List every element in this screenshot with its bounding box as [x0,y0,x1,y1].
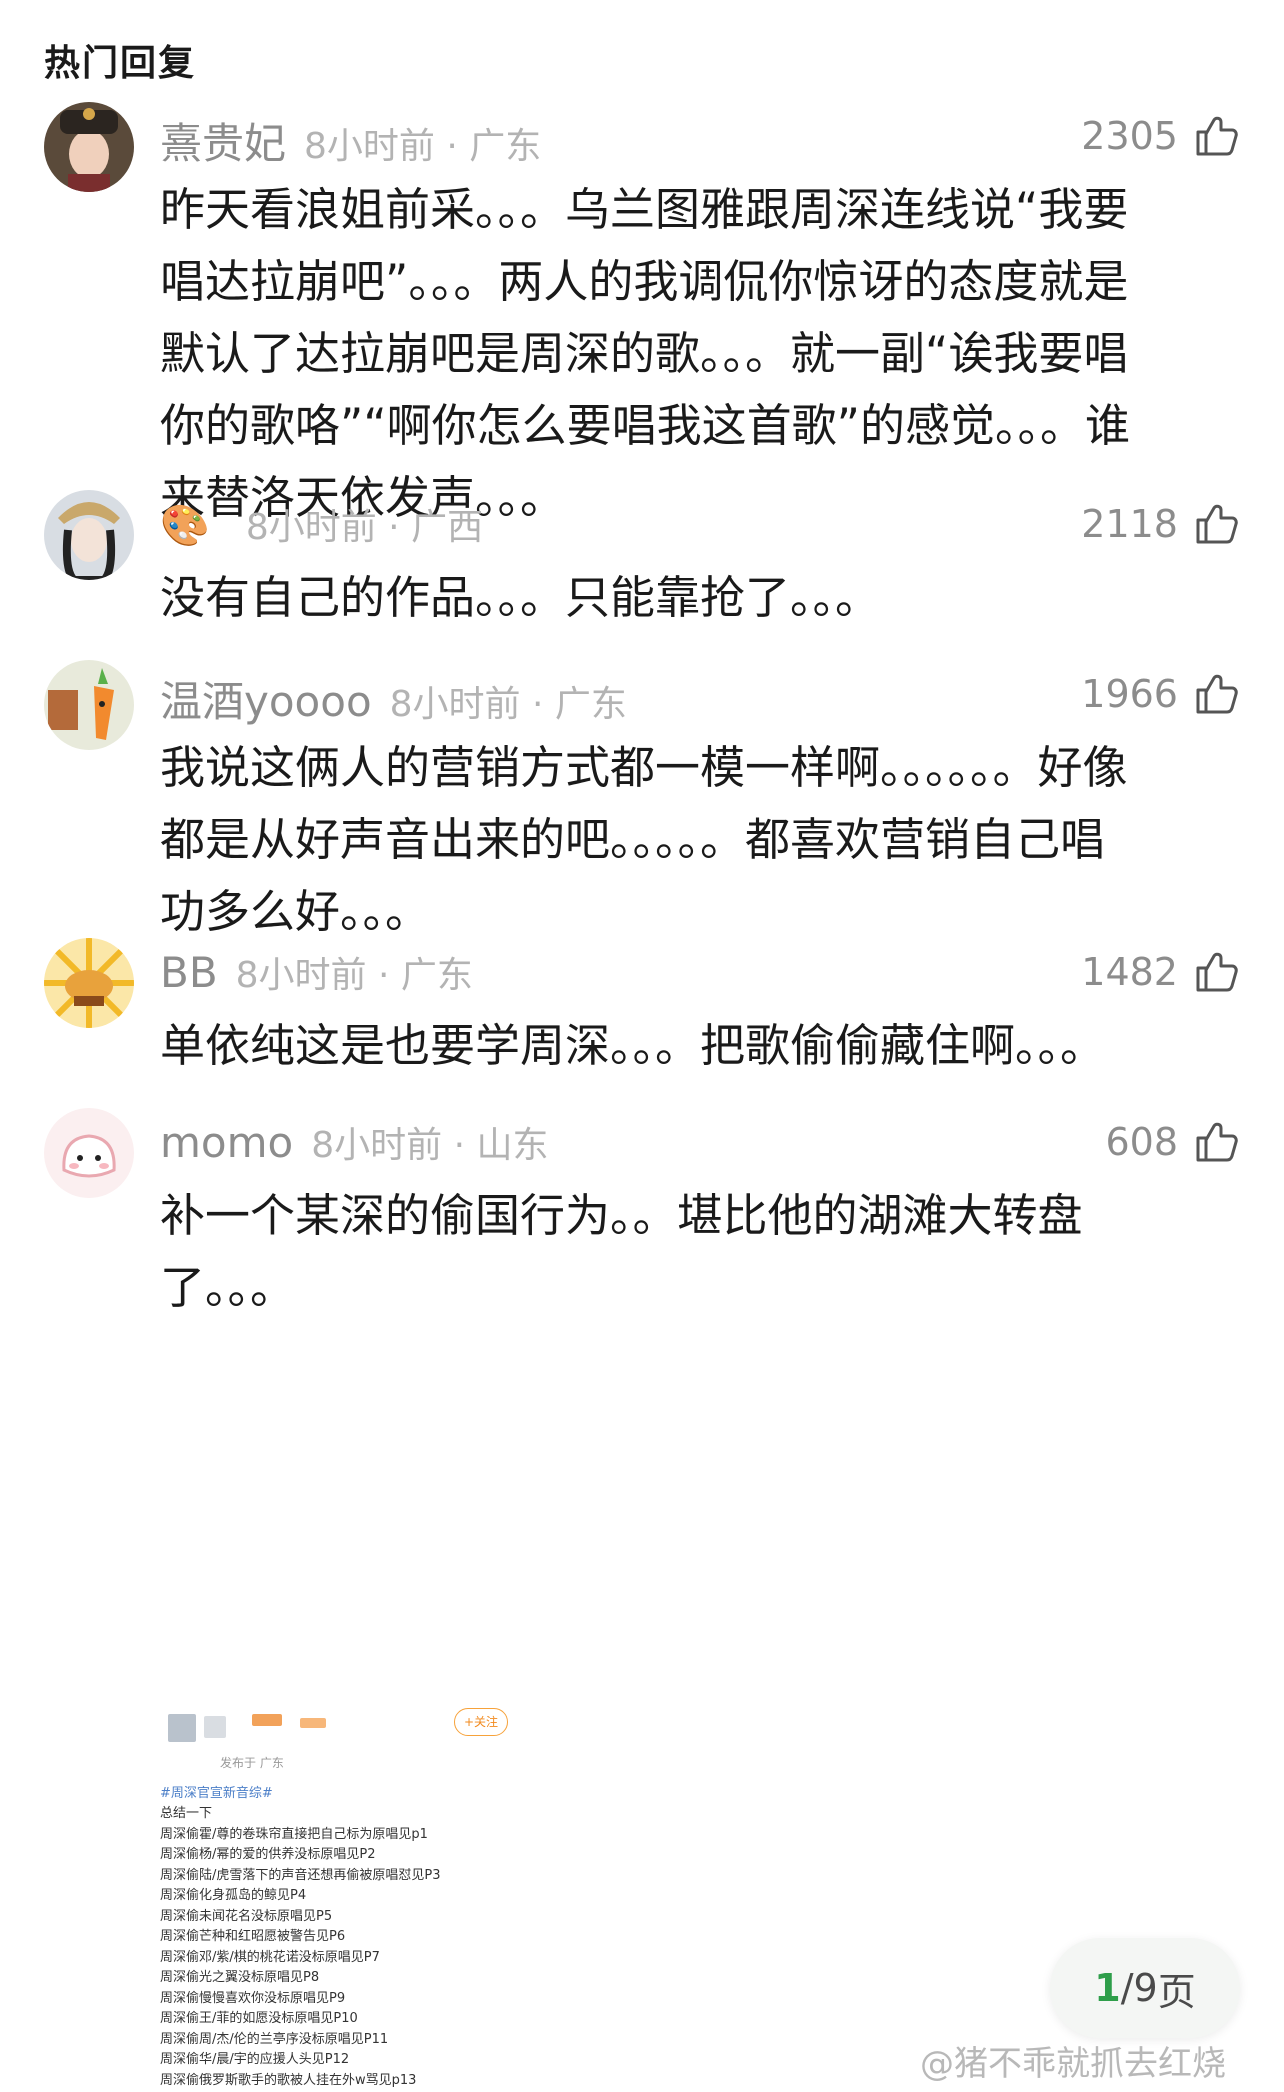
thumbs-up-icon [1192,500,1240,548]
like-count: 2305 [1081,114,1178,158]
embedded-post-line: 周深偷王/菲的如愿没标原唱见P10 [160,2011,358,2026]
thumbs-up-icon [1192,670,1240,718]
total-pages: /9 [1120,1966,1158,2010]
avatar[interactable] [44,938,134,1028]
embedded-post-line: 周深偷俄罗斯歌手的歌被人挂在外w骂见p13 [160,2072,417,2088]
comment-timestamp: 8小时前 · 山东 [311,1125,549,1166]
like-count: 1482 [1081,950,1178,994]
username[interactable]: 温酒yoooo [160,668,372,729]
thumbs-up-icon [1192,112,1240,160]
comment-text: 我说这俩人的营销方式都一模一样啊。。。。。。好像 都是从好声音出来的吧。。。。。… [160,741,1128,938]
blurred-name [204,1716,226,1738]
username[interactable]: BB [160,948,218,997]
username[interactable]: momo [160,1118,293,1167]
current-page: 1 [1094,1966,1121,2010]
like-count: 608 [1105,1120,1178,1164]
embedded-post-line: 周深偷慢慢喜欢你没标原唱见P9 [160,1990,346,2006]
avatar[interactable] [44,490,134,580]
avatar[interactable] [44,1108,134,1198]
blurred-avatar [168,1714,196,1742]
like-button[interactable]: 2305 [1081,112,1240,160]
thumbs-up-icon [1192,948,1240,996]
page-unit: 页 [1157,1969,1196,2014]
avatar[interactable] [44,660,134,750]
embedded-post-line: 周深偷陆/虎雪落下的声音还想再偷被原唱怼见P3 [160,1867,441,1883]
embedded-post-line: 周深偷华/晨/宇的应援人头见P12 [160,2052,350,2067]
comment-text: 昨天看浪姐前采。。。乌兰图雅跟周深连线说“我要 唱达拉崩吧”。。。两人的我调侃你… [160,183,1130,524]
comment-text: 补一个某深的偷国行为。。堪比他的湖滩大转盘 了。。。 [160,1189,1083,1314]
blurred-name [300,1718,326,1728]
palette-icon[interactable]: 🎨 [160,502,210,549]
username[interactable]: 熹贵妃 [160,110,286,171]
comment-timestamp: 8小时前 · 广东 [389,684,627,725]
comment-timestamp: 8小时前 · 广东 [304,126,542,167]
avatar[interactable] [44,102,134,192]
embedded-post-line: 周深偷邓/紫/棋的桃花诺没标原唱见P7 [160,1949,380,1965]
like-button[interactable]: 2118 [1081,500,1240,548]
embedded-post-line: 周深偷光之翼没标原唱见P8 [160,1970,320,1985]
embedded-post-time: 发布于 广东 [220,1756,284,1770]
embedded-post-line: 周深偷未闻花名没标原唱见P5 [160,1908,333,1924]
section-title: 热门回复 [44,43,197,84]
embedded-post-line: 周深偷霍/尊的卷珠帘直接把自己标为原唱见p1 [160,1826,428,1842]
comment-timestamp: 8小时前 · 广西 [245,507,484,548]
blurred-name [252,1714,282,1726]
embedded-post-line: 周深偷周/杰/伦的兰亭序没标原唱见P11 [160,2031,389,2047]
like-button[interactable]: 1482 [1081,948,1240,996]
page-indicator[interactable]: 1 /9 页 [1050,1938,1240,2038]
watermark: @猪不乖就抓去红烧 [920,2044,1226,2084]
embedded-post-line: 周深偷芒种和红昭愿被警告见P6 [160,1929,346,1944]
like-count: 2118 [1081,502,1178,546]
like-button[interactable]: 1966 [1081,670,1240,718]
embedded-post-header: +关注 发布于 广东 [160,1704,840,1784]
embedded-post-line: 周深偷杨/幂的爱的供养没标原唱见P2 [160,1847,376,1862]
embedded-post-line: 总结一下 [160,1806,213,1821]
comment-timestamp: 8小时前 · 广东 [235,955,473,996]
thumbs-up-icon [1192,1118,1240,1166]
embedded-image[interactable]: +关注 发布于 广东 #周深官宣新音综# 总结一下 周深偷霍/尊的卷珠帘直接把自… [160,1704,840,2092]
like-count: 1966 [1081,672,1178,716]
follow-button[interactable]: +关注 [454,1708,508,1736]
comment-text: 没有自己的作品。。。只能靠抢了。。。 [160,571,881,624]
like-button[interactable]: 608 [1105,1118,1240,1166]
comment-text: 单依纯这是也要学周深。。。把歌偷偷藏住啊。。。 [160,1019,1106,1072]
embedded-post-line: 周深偷化身孤岛的鲸见P4 [160,1888,307,1903]
hashtag-link[interactable]: #周深官宣新音综# [160,1784,840,1804]
